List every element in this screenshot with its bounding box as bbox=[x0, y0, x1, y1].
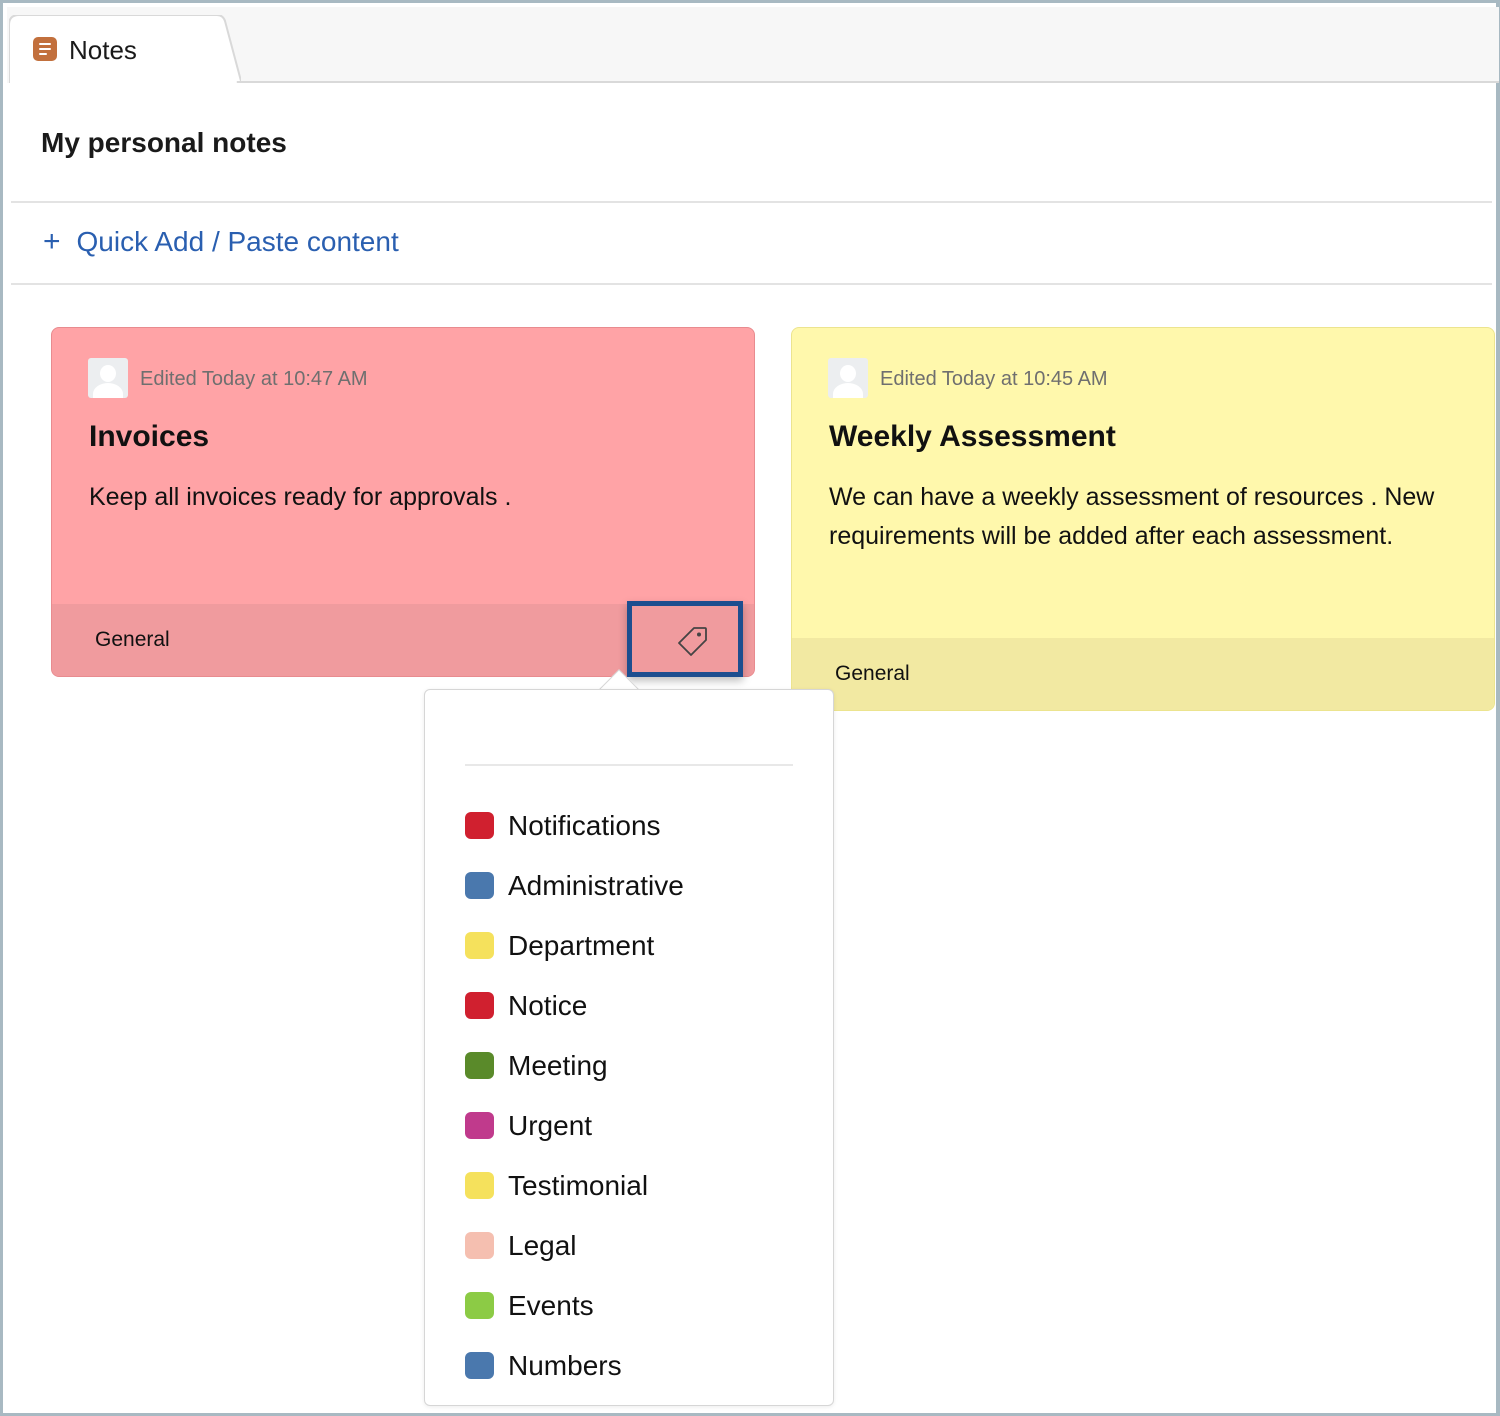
note-category[interactable]: General bbox=[835, 662, 910, 686]
tag-icon bbox=[678, 627, 707, 656]
note-card[interactable]: Edited Today at 10:45 AM Weekly Assessme… bbox=[791, 327, 1495, 711]
note-edited-time: Edited Today at 10:45 AM bbox=[880, 368, 1108, 390]
tag-menu: Notifications Administrative Department … bbox=[424, 689, 834, 1406]
tag-item-label: Notifications bbox=[508, 810, 661, 841]
tag-item-label: Administrative bbox=[508, 870, 684, 901]
tag-item-label: Numbers bbox=[508, 1350, 622, 1381]
tag-menu-divider bbox=[465, 764, 793, 766]
tag-color-swatch bbox=[465, 1292, 494, 1319]
tag-item-label: Urgent bbox=[508, 1110, 593, 1141]
tag-color-swatch bbox=[465, 1052, 494, 1079]
quick-add-label: Quick Add / Paste content bbox=[76, 226, 399, 257]
note-edited-time: Edited Today at 10:47 AM bbox=[140, 368, 368, 390]
notes-icon bbox=[33, 37, 57, 61]
avatar bbox=[828, 358, 868, 398]
quick-add-button[interactable]: + Quick Add / Paste content bbox=[43, 225, 399, 259]
note-footer: General bbox=[792, 638, 1494, 710]
tag-color-swatch bbox=[465, 1232, 494, 1259]
avatar bbox=[88, 358, 128, 398]
tab-notes[interactable]: Notes bbox=[9, 15, 241, 83]
tag-item-label: Testimonial bbox=[508, 1170, 649, 1201]
plus-icon: + bbox=[43, 225, 61, 258]
note-body: Keep all invoices ready for approvals . bbox=[89, 483, 512, 511]
tag-color-swatch bbox=[465, 1112, 494, 1139]
note-title: Invoices bbox=[89, 420, 210, 453]
tag-color-swatch bbox=[465, 1352, 494, 1379]
tab-notes-label: Notes bbox=[69, 35, 137, 65]
tag-item-label: Meeting bbox=[508, 1050, 608, 1081]
tag-item-label: Legal bbox=[508, 1230, 577, 1261]
page-title: My personal notes bbox=[41, 127, 287, 158]
tag-color-swatch bbox=[465, 932, 494, 959]
note-body: We can have a weekly assessment of resou… bbox=[829, 483, 1435, 550]
tag-color-swatch bbox=[465, 992, 494, 1019]
tab-strip: Notes bbox=[7, 7, 1499, 83]
note-category[interactable]: General bbox=[95, 628, 170, 652]
header-divider bbox=[11, 201, 1492, 203]
tag-item-label: Notice bbox=[508, 990, 588, 1021]
tag-color-swatch bbox=[465, 1172, 494, 1199]
tag-button[interactable] bbox=[627, 601, 743, 677]
quick-add-divider bbox=[11, 283, 1492, 285]
app-frame: Notes My personal notes + Quick Add / Pas… bbox=[0, 0, 1500, 1416]
tag-item-label: Events bbox=[508, 1290, 594, 1321]
note-title: Weekly Assessment bbox=[829, 420, 1116, 453]
tag-color-swatch bbox=[465, 812, 494, 839]
tag-item-label: Department bbox=[508, 930, 655, 961]
tag-color-swatch bbox=[465, 872, 494, 899]
tab-strip-baseline bbox=[237, 81, 1499, 83]
